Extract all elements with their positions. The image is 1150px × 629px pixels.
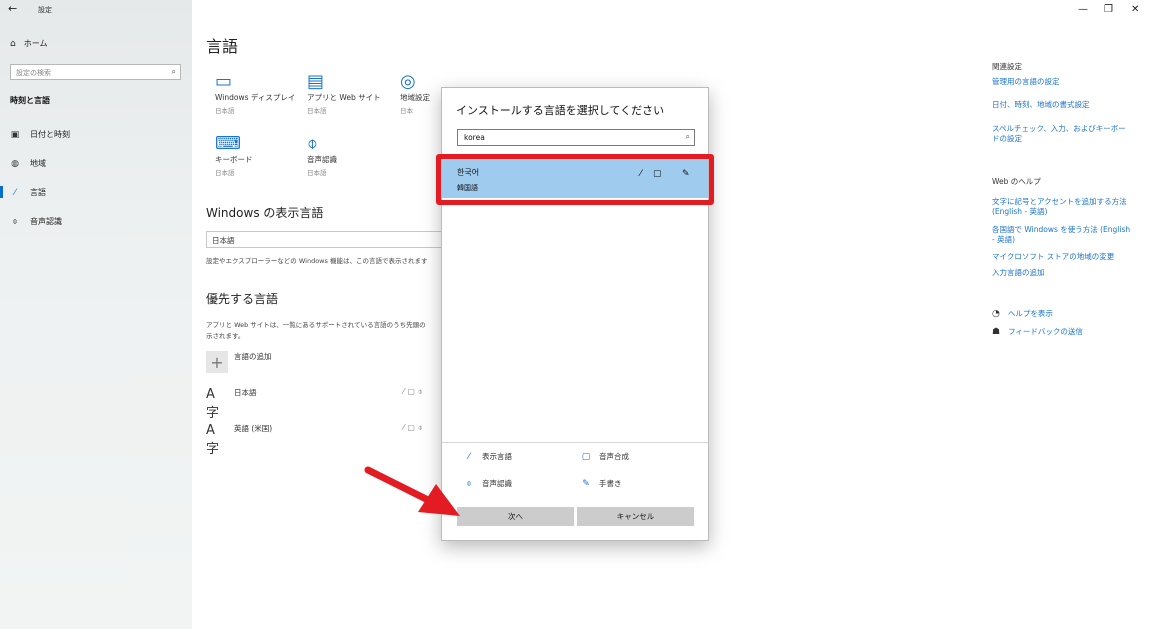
sidebar-item-label: 地域 [30,159,46,168]
display-language-desc: 設定やエクスプローラーなどの Windows 機能は、この言語で表示されます [206,257,428,265]
language-glyph-icon: A字 [206,387,220,421]
search-icon: ⌕ [685,132,690,141]
back-arrow-icon[interactable]: ← [8,2,17,15]
sidebar: ← 設定 ⌂ ホーム 設定の検索 ⌕ 時刻と言語 ▣ 日付と時刻 ◍ 地域 ⁄ … [0,0,192,629]
display-language-heading: Windows の表示言語 [206,206,324,220]
feedback-link[interactable]: ☗ フィードバックの送信 [992,326,1083,337]
legend-label: 音声合成 [599,452,629,461]
tile-label: キーボード [215,155,253,164]
legend-text-to-speech: ▢ 音声合成 [581,451,629,462]
feedback-icon: ☗ [992,326,1001,337]
feedback-label: フィードバックの送信 [1008,327,1083,336]
display-language-value: 日本語 [212,236,235,245]
microphone-icon: ⌽ [12,216,18,227]
get-help-label: ヘルプを表示 [1007,309,1053,318]
sidebar-item-label: 音声認識 [30,217,62,226]
tile-sub: 日本語 [307,107,327,115]
preferred-language-heading: 優先する言語 [206,292,279,306]
settings-search-input[interactable]: 設定の検索 ⌕ [10,64,181,80]
chat-help-icon: ◔ [992,308,1000,319]
app-window-icon: ▤ [307,71,325,92]
search-placeholder: 設定の検索 [16,69,51,77]
cancel-button[interactable]: キャンセル [577,507,694,526]
preferred-desc-line2: 示されます。 [206,332,245,340]
annotation-arrow [364,466,460,516]
page-title: 言語 [206,37,239,56]
tile-sub: 日本語 [215,169,235,177]
tile-sub: 日本語 [215,107,235,115]
link-store-region[interactable]: マイクロソフト ストアの地域の変更 [992,252,1132,262]
home-icon: ⌂ [10,38,16,49]
link-admin-language[interactable]: 管理用の言語の設定 [992,77,1132,87]
home-nav[interactable]: ⌂ ホーム [10,38,47,49]
plus-icon: + [206,351,228,373]
calendar-icon: ▣ [10,129,20,140]
link-accents[interactable]: 文字に記号とアクセントを追加する方法 (English - 英語) [992,197,1132,217]
language-row-english[interactable]: A字 英語 (米国) [206,423,272,457]
language-feature-icons: ⁄▢⌽ [403,387,426,396]
tile-label: アプリと Web サイト [307,93,381,102]
handwriting-icon: ✎ [582,478,590,489]
get-help-link[interactable]: ◔ ヘルプを表示 [992,308,1053,319]
language-search-input[interactable]: korea ⌕ [457,129,695,146]
sidebar-item-label: 日付と時刻 [30,130,70,139]
display-language-select[interactable]: 日本語 [206,231,446,248]
tile-sub: 日本語 [307,169,327,177]
sidebar-item-speech[interactable]: ⌽ 音声認識 [10,216,62,227]
related-settings-heading: 関連設定 [992,62,1022,71]
globe-icon: ◍ [11,158,19,169]
next-button[interactable]: 次へ [457,507,574,526]
tile-keyboard[interactable]: ⌨ キーボード 日本語 [215,133,305,178]
legend-display-language: ⁄ 表示言語 [464,451,512,462]
highlight-box [436,154,714,205]
section-title: 時刻と言語 [10,96,50,105]
legend-label: 音声認識 [482,479,512,488]
sidebar-item-language[interactable]: ⁄ 言語 [10,187,46,198]
tile-apps-web[interactable]: ▤ アプリと Web サイト 日本語 [307,71,397,116]
language-icon: ⁄ [14,187,16,198]
legend-label: 表示言語 [482,452,512,461]
tile-windows-display[interactable]: ▭ Windows ディスプレイ 日本語 [215,71,305,116]
language-name: 英語 (米国) [234,424,273,433]
home-label: ホーム [23,39,48,48]
tile-label: 音声認識 [307,155,337,164]
legend-speech-recognition: ⌽ 音声認識 [464,478,512,489]
title-bar: ← 設定 [0,0,192,20]
microphone-icon: ⌽ [466,478,472,489]
close-button[interactable]: ✕ [1131,4,1139,15]
legend-handwriting: ✎ 手書き [581,478,622,489]
sidebar-item-label: 言語 [30,188,46,197]
active-indicator [0,186,3,198]
link-spellcheck-keyboard[interactable]: スペルチェック、入力、およびキーボードの設定 [992,124,1132,144]
preferred-desc-line1: アプリと Web サイトは、一覧にあるサポートされている言語のうち先頭の [206,321,426,329]
app-title: 設定 [38,6,52,14]
link-windows-languages[interactable]: 各国語で Windows を使う方法 (English - 英語) [992,225,1132,245]
search-icon: ⌕ [171,67,176,76]
display-language-icon: ⁄ [468,451,470,462]
tile-label: Windows ディスプレイ [215,93,296,102]
language-row-japanese[interactable]: A字 日本語 [206,387,257,421]
link-add-input-language[interactable]: 入力言語の追加 [992,268,1132,278]
web-help-heading: Web のヘルプ [992,177,1041,186]
dialog-title: インストールする言語を選択してください [456,104,665,117]
language-feature-icons: ⁄▢⌽ [403,423,426,432]
microphone-icon: ⌽ [307,133,318,154]
sidebar-item-region[interactable]: ◍ 地域 [10,158,46,169]
text-to-speech-icon: ▢ [581,451,591,462]
add-language-button[interactable]: + 言語の追加 [206,351,272,373]
sidebar-item-date-time[interactable]: ▣ 日付と時刻 [10,129,70,140]
monitor-icon: ▭ [215,71,233,92]
language-search-value: korea [464,133,485,142]
dialog-divider [442,442,708,443]
language-glyph-icon: A字 [206,423,220,457]
tile-speech[interactable]: ⌽ 音声認識 日本語 [307,133,397,178]
link-date-time-format[interactable]: 日付、時刻、地域の書式設定 [992,100,1132,110]
restore-button[interactable]: ❐ [1104,4,1113,15]
legend-label: 手書き [599,479,622,488]
keyboard-icon: ⌨ [215,133,241,154]
add-language-label: 言語の追加 [234,352,272,361]
minimize-button[interactable]: — [1078,4,1088,15]
language-name: 日本語 [234,388,257,397]
